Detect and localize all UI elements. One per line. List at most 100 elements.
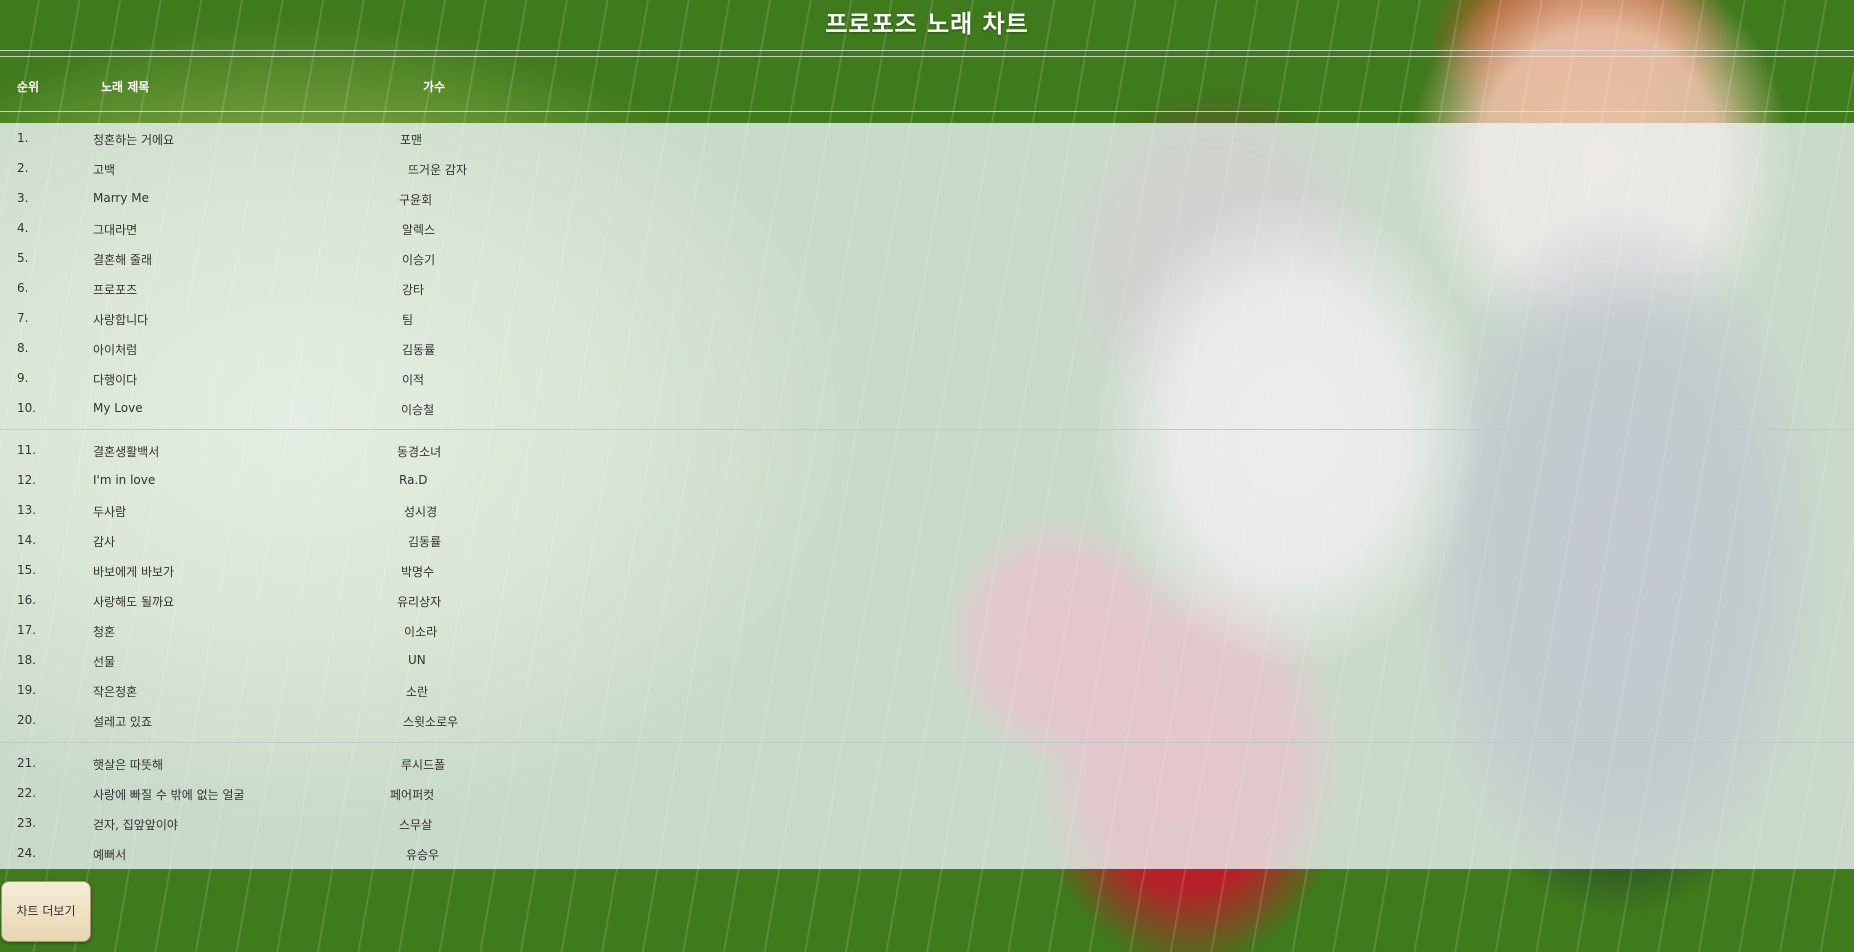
rank-cell: 20. bbox=[17, 713, 37, 727]
chart-row: 24. 예뻐서 유승우 bbox=[0, 842, 1854, 866]
song-title-cell: 햇살은 따뜻해 bbox=[93, 758, 164, 772]
rank-cell: 23. bbox=[17, 816, 37, 830]
chart-row: 12. I'm in love Ra.D bbox=[0, 469, 1854, 493]
song-title-cell: 걷자, 집앞앞이야 bbox=[93, 818, 178, 832]
artist-cell: 이승철 bbox=[401, 403, 435, 417]
chart-row: 4. 그대라면 알렉스 bbox=[0, 217, 1854, 241]
rank-cell: 17. bbox=[17, 623, 37, 637]
song-title-cell: 청혼하는 거에요 bbox=[93, 133, 175, 147]
table-header: 순위 노래 제목 가수 bbox=[0, 76, 1854, 96]
artist-cell: Ra.D bbox=[399, 473, 428, 487]
rank-cell: 21. bbox=[17, 756, 37, 770]
song-title-cell: I'm in love bbox=[93, 473, 156, 487]
song-title-cell: 작은청혼 bbox=[93, 685, 138, 699]
artist-cell: 페어퍼컷 bbox=[390, 788, 435, 802]
rank-cell: 15. bbox=[17, 563, 37, 577]
artist-cell: 이적 bbox=[402, 373, 425, 387]
chart-row: 23. 걷자, 집앞앞이야 스무살 bbox=[0, 812, 1854, 836]
song-title-cell: 선물 bbox=[93, 655, 116, 669]
title-divider-bottom bbox=[0, 56, 1854, 57]
rank-cell: 19. bbox=[17, 683, 37, 697]
song-title-cell: 프로포즈 bbox=[93, 283, 138, 297]
song-title-cell: 다행이다 bbox=[93, 373, 138, 387]
page-title: 프로포즈 노래 차트 bbox=[825, 10, 1029, 38]
chart-row: 19. 작은청혼 소란 bbox=[0, 679, 1854, 703]
artist-cell: 강타 bbox=[402, 283, 425, 297]
chart-row: 22. 사랑에 빠질 수 밖에 없는 얼굴 페어퍼컷 bbox=[0, 782, 1854, 806]
song-title-cell: 결혼생활백서 bbox=[93, 445, 160, 459]
artist-cell: 성시경 bbox=[404, 505, 438, 519]
rank-cell: 12. bbox=[17, 473, 37, 487]
song-title-cell: Marry Me bbox=[93, 191, 150, 205]
chart-row: 9. 다행이다 이적 bbox=[0, 367, 1854, 391]
rank-cell: 16. bbox=[17, 593, 37, 607]
rank-cell: 5. bbox=[17, 251, 29, 265]
chart-row: 14. 감사 김동률 bbox=[0, 529, 1854, 553]
artist-cell: 뜨거운 감자 bbox=[408, 163, 468, 177]
song-title-cell: 결혼해 줄래 bbox=[93, 253, 153, 267]
chart-row: 6. 프로포즈 강타 bbox=[0, 277, 1854, 301]
rank-cell: 18. bbox=[17, 653, 37, 667]
song-title-cell: 두사람 bbox=[93, 505, 127, 519]
rank-cell: 14. bbox=[17, 533, 37, 547]
song-title-cell: 청혼 bbox=[93, 625, 116, 639]
song-title-cell: 설레고 있죠 bbox=[93, 715, 153, 729]
song-title-cell: 그대라면 bbox=[93, 223, 138, 237]
chart-more-button[interactable]: 차트 더보기 bbox=[1, 881, 91, 942]
artist-header: 가수 bbox=[423, 80, 446, 94]
chart-row: 13. 두사람 성시경 bbox=[0, 499, 1854, 523]
song-title-cell: 예뻐서 bbox=[93, 848, 127, 862]
song-title-cell: 감사 bbox=[93, 535, 116, 549]
rank-cell: 4. bbox=[17, 221, 29, 235]
chart-row: 8. 아이처럼 김동률 bbox=[0, 337, 1854, 361]
artist-cell: 유리상자 bbox=[397, 595, 442, 609]
artist-cell: UN bbox=[408, 653, 426, 667]
rank-cell: 24. bbox=[17, 846, 37, 860]
artist-cell: 팀 bbox=[402, 313, 414, 327]
chart-row: 10. My Love 이승철 bbox=[0, 397, 1854, 421]
chart-row: 3. Marry Me 구윤회 bbox=[0, 187, 1854, 211]
song-title-cell: 고백 bbox=[93, 163, 116, 177]
chart-row: 2. 고백 뜨거운 감자 bbox=[0, 157, 1854, 181]
rank-cell: 6. bbox=[17, 281, 29, 295]
artist-cell: 구윤회 bbox=[399, 193, 433, 207]
chart-row: 11. 결혼생활백서 동경소녀 bbox=[0, 439, 1854, 463]
song-title-cell: 사랑에 빠질 수 밖에 없는 얼굴 bbox=[93, 788, 245, 802]
artist-cell: 유승우 bbox=[406, 848, 440, 862]
header-divider bbox=[0, 111, 1854, 112]
title-divider-top bbox=[0, 50, 1854, 51]
song-title-cell: 사랑합니다 bbox=[93, 313, 149, 327]
rank-cell: 10. bbox=[17, 401, 37, 415]
artist-cell: 동경소녀 bbox=[397, 445, 442, 459]
song-title-cell: My Love bbox=[93, 401, 143, 415]
chart-row: 5. 결혼해 줄래 이승기 bbox=[0, 247, 1854, 271]
rank-cell: 13. bbox=[17, 503, 37, 517]
chart-row: 20. 설레고 있죠 스윗소로우 bbox=[0, 709, 1854, 733]
rank-cell: 11. bbox=[17, 443, 37, 457]
rank-header: 순위 bbox=[17, 80, 40, 94]
rank-cell: 9. bbox=[17, 371, 29, 385]
group-divider bbox=[0, 742, 1854, 743]
chart-row: 7. 사랑합니다 팀 bbox=[0, 307, 1854, 331]
rank-cell: 22. bbox=[17, 786, 37, 800]
artist-cell: 소란 bbox=[406, 685, 429, 699]
rank-cell: 3. bbox=[17, 191, 29, 205]
chart-row: 1. 청혼하는 거에요 포맨 bbox=[0, 127, 1854, 151]
artist-cell: 포맨 bbox=[400, 133, 423, 147]
chart-row: 17. 청혼 이소라 bbox=[0, 619, 1854, 643]
artist-cell: 이승기 bbox=[402, 253, 436, 267]
rank-cell: 1. bbox=[17, 131, 29, 145]
chart-row: 15. 바보에게 바보가 박명수 bbox=[0, 559, 1854, 583]
song-title-cell: 사랑해도 될까요 bbox=[93, 595, 175, 609]
song-header: 노래 제목 bbox=[101, 80, 150, 94]
artist-cell: 스윗소로우 bbox=[403, 715, 459, 729]
artist-cell: 스무살 bbox=[399, 818, 433, 832]
artist-cell: 알렉스 bbox=[402, 223, 436, 237]
chart-row: 21. 햇살은 따뜻해 루시드폴 bbox=[0, 752, 1854, 776]
group-divider bbox=[0, 429, 1854, 430]
artist-cell: 김동률 bbox=[402, 343, 436, 357]
rank-cell: 7. bbox=[17, 311, 29, 325]
chart-row: 18. 선물 UN bbox=[0, 649, 1854, 673]
artist-cell: 김동률 bbox=[408, 535, 442, 549]
artist-cell: 루시드폴 bbox=[401, 758, 446, 772]
